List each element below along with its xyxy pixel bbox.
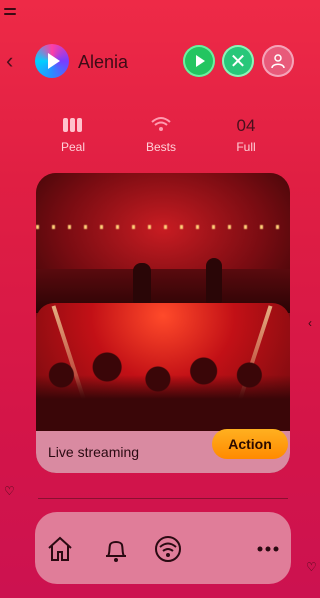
menu-icon[interactable] — [4, 8, 16, 16]
divider — [38, 498, 288, 499]
card-footer: Live streaming Action — [36, 429, 290, 473]
live-card[interactable]: Live streaming Action — [36, 173, 290, 473]
bell-icon[interactable] — [101, 534, 131, 564]
edge-chevron-icon: ‹ — [308, 316, 312, 330]
play-button[interactable] — [183, 45, 215, 77]
crowd-image — [36, 303, 290, 431]
home-icon[interactable] — [45, 534, 75, 564]
edge-heart-icon: ♡ — [306, 560, 317, 574]
bars-icon — [58, 116, 88, 136]
back-icon[interactable]: ‹ — [6, 50, 24, 72]
edge-heart-icon: ♡ — [4, 484, 15, 498]
stat-label-peal: Peal — [60, 140, 86, 154]
brand-name: Alenia — [78, 52, 129, 72]
stat-label-bests: Bests — [145, 140, 176, 154]
card-title: Live streaming — [48, 444, 140, 460]
close-icon: ✕ — [229, 50, 247, 73]
stage-image — [36, 173, 290, 313]
action-button[interactable]: Action — [212, 429, 288, 459]
profile-button[interactable] — [262, 45, 294, 77]
stat-value: 04 — [236, 116, 256, 135]
wifi-icon — [146, 116, 176, 136]
more-icon[interactable] — [253, 534, 283, 564]
bottom-nav — [35, 512, 291, 584]
close-button[interactable]: ✕ — [222, 45, 254, 77]
user-icon — [271, 54, 285, 69]
wifi-icon[interactable] — [153, 534, 183, 564]
stat-label-full: Full — [236, 140, 256, 154]
app-logo — [35, 44, 69, 78]
